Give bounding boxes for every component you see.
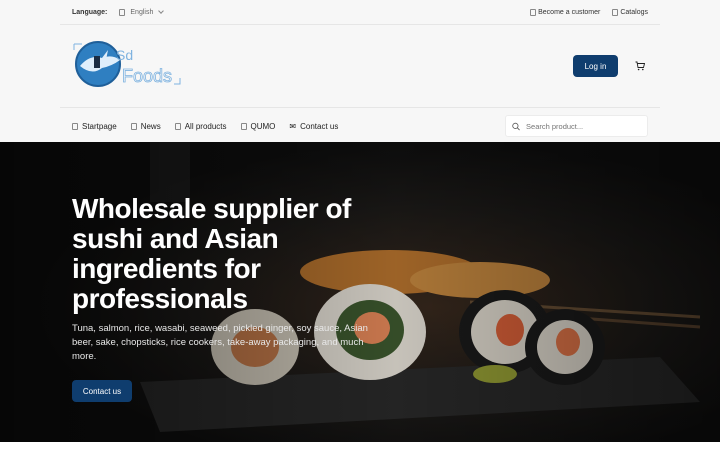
main-nav: Startpage News All products QUMO ✉ Conta… [0,108,720,144]
page-bottom [0,442,720,450]
news-icon [130,122,137,130]
search-icon [512,122,520,130]
mail-icon: ✉ [289,121,297,131]
book-icon [612,8,619,16]
hero-banner: Wholesale supplier of sushi and Asian in… [0,142,720,442]
nav-item-startpage[interactable]: Startpage [72,122,117,131]
cart-icon [635,61,645,71]
language-label: Language: [72,8,108,16]
header: Sd Foods Log in [0,25,720,107]
nav-item-label: QUMO [250,121,276,131]
language-value: English [130,8,154,16]
catalogs-link[interactable]: Catalogs [612,8,648,16]
flag-icon [119,8,126,16]
search-box [505,115,648,137]
nav-item-label: Startpage [82,121,117,131]
hero-title: Wholesale supplier of sushi and Asian in… [72,193,351,314]
nav-item-all-products[interactable]: All products [174,121,227,131]
nav-item-contact-us[interactable]: ✉ Contact us [289,122,338,131]
top-bar: Language: English Become a customer Cata… [0,0,720,24]
search-input[interactable] [526,121,641,131]
cart-button[interactable] [632,58,648,74]
become-customer-link[interactable]: Become a customer [530,8,601,16]
language-switcher: Language: English [72,8,165,16]
nav-item-label: Contact us [300,121,339,131]
logo[interactable]: Sd Foods [72,36,187,96]
nav-item-qumo[interactable]: QUMO [240,121,276,131]
logo-text-bottom: Foods [122,66,172,86]
hero-content: Wholesale supplier of sushi and Asian in… [72,194,382,402]
home-icon [72,122,78,130]
logo-text-top: Sd [116,47,133,63]
chevron-down-icon [158,8,165,14]
nav-item-news[interactable]: News [130,121,161,131]
nav-item-label: News [140,121,161,131]
nav-item-label: All products [184,121,227,131]
login-button[interactable]: Log in [573,55,618,77]
grid-icon [174,122,181,130]
page: Language: English Become a customer Cata… [0,0,720,450]
language-select[interactable]: English [119,8,165,16]
become-customer-label: Become a customer [538,8,601,16]
tag-icon [240,122,247,130]
user-icon [530,8,537,16]
hero-description: Tuna, salmon, rice, wasabi, seaweed, pic… [72,323,368,362]
catalogs-label: Catalogs [620,8,648,16]
contact-us-button[interactable]: Contact us [72,380,132,402]
